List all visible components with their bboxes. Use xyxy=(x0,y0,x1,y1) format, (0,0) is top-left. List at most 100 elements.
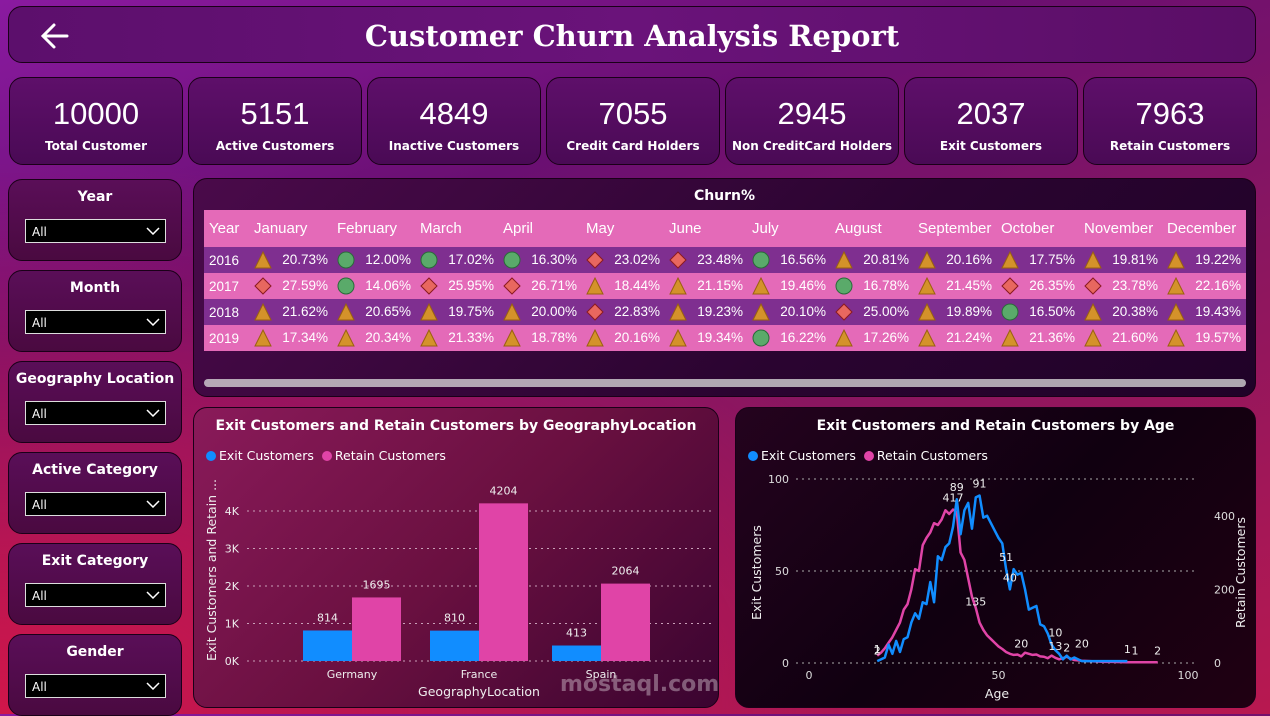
churn-value: 21.33% xyxy=(448,330,494,345)
warning-triangle-icon xyxy=(669,303,687,321)
churn-cell: 18.78% xyxy=(498,325,581,351)
churn-cell: 20.16% xyxy=(581,325,664,351)
dropdown-value: All xyxy=(32,225,47,239)
column-header[interactable]: September xyxy=(913,220,996,237)
green-circle-icon xyxy=(337,251,355,269)
kpi-value: 10000 xyxy=(52,96,140,131)
warning-triangle-icon xyxy=(1167,251,1185,269)
churn-cell: 23.02% xyxy=(581,247,664,273)
churn-value: 20.38% xyxy=(1112,304,1158,319)
column-header[interactable]: February xyxy=(332,220,415,237)
kpi-card: 4849 Inactive Customers xyxy=(367,77,541,165)
data-label: 13 xyxy=(1048,640,1062,653)
bar-retain xyxy=(479,503,528,661)
warning-triangle-icon xyxy=(669,329,687,347)
column-header[interactable]: August xyxy=(830,220,913,237)
churn-cell: 23.78% xyxy=(1079,273,1162,299)
churn-cell: 26.35% xyxy=(996,273,1079,299)
red-diamond-icon xyxy=(254,277,272,295)
bar-exit xyxy=(430,630,479,661)
churn-value: 19.22% xyxy=(1195,252,1241,267)
y-tick-label: 1K xyxy=(225,618,240,631)
horizontal-scrollbar[interactable] xyxy=(204,379,1246,387)
churn-value: 20.00% xyxy=(531,304,577,319)
churn-cell: 17.02% xyxy=(415,247,498,273)
x-tick-label: 100 xyxy=(1178,669,1199,682)
churn-cell: 23.48% xyxy=(664,247,747,273)
green-circle-icon xyxy=(420,251,438,269)
x-tick-label: Germany xyxy=(327,668,378,681)
chevron-down-icon xyxy=(146,318,160,326)
churn-value: 17.02% xyxy=(448,252,494,267)
warning-triangle-icon xyxy=(1001,329,1019,347)
column-header[interactable]: April xyxy=(498,220,581,237)
slicer-title: Month xyxy=(69,280,121,296)
data-label: 91 xyxy=(973,478,987,491)
churn-cell: 21.33% xyxy=(415,325,498,351)
dropdown-value: All xyxy=(32,316,47,330)
slicer-dropdown[interactable]: All xyxy=(25,492,166,516)
churn-value: 20.10% xyxy=(780,304,826,319)
column-header[interactable]: May xyxy=(581,220,664,237)
data-label: 40 xyxy=(1003,571,1017,584)
green-circle-icon xyxy=(337,277,355,295)
churn-value: 19.89% xyxy=(946,304,992,319)
year-cell: 2017 xyxy=(209,278,240,294)
slicer-title: Active Category xyxy=(32,462,158,478)
y-right-tick-label: 0 xyxy=(1214,657,1221,670)
column-header[interactable]: June xyxy=(664,220,747,237)
churn-table: Year January February March April May June July… xyxy=(204,210,1246,351)
slicer-dropdown[interactable]: All xyxy=(25,674,166,698)
churn-cell: 21.36% xyxy=(996,325,1079,351)
chevron-down-icon xyxy=(146,591,160,599)
table-row: 2017 27.59% 14.06% 25.95% 26.71% 18.44% 21.15%… xyxy=(204,273,1246,299)
green-circle-icon xyxy=(1001,303,1019,321)
churn-cell: 20.10% xyxy=(747,299,830,325)
x-tick-label: France xyxy=(461,668,498,681)
churn-value: 17.34% xyxy=(282,330,328,345)
bar-chart-svg: 0K 1K 2K 3K 4K 814 1695 Germany 810 4204 France 413… xyxy=(204,479,711,699)
churn-value: 20.65% xyxy=(365,304,411,319)
slicer-title: Gender xyxy=(66,644,124,660)
slicer-title: Year xyxy=(77,189,113,205)
red-diamond-icon xyxy=(586,251,604,269)
churn-cell: 16.30% xyxy=(498,247,581,273)
data-label: 1 xyxy=(1124,643,1131,656)
red-diamond-icon xyxy=(1084,277,1102,295)
slicer-dropdown[interactable]: All xyxy=(25,310,166,334)
year-cell: 2019 xyxy=(209,330,240,346)
column-header[interactable]: January xyxy=(249,220,332,237)
slicer-year: Year All xyxy=(8,179,182,261)
slicer-gender: Gender All xyxy=(8,634,182,716)
column-header[interactable]: November xyxy=(1079,220,1162,237)
green-circle-icon xyxy=(752,251,770,269)
data-label: 1 xyxy=(874,643,881,656)
age-chart: Exit Customers and Retain Customers by A… xyxy=(735,407,1256,708)
y-right-axis-title: Retain Customers xyxy=(1233,517,1248,628)
churn-cell: 20.00% xyxy=(498,299,581,325)
warning-triangle-icon xyxy=(337,303,355,321)
red-diamond-icon xyxy=(586,303,604,321)
column-header[interactable]: October xyxy=(996,220,1079,237)
column-header[interactable]: December xyxy=(1162,220,1245,237)
slicer-dropdown[interactable]: All xyxy=(25,583,166,607)
column-header[interactable]: July xyxy=(747,220,830,237)
churn-cell: 21.60% xyxy=(1079,325,1162,351)
slicer-dropdown[interactable]: All xyxy=(25,401,166,425)
y-tick-label: 0 xyxy=(782,657,789,670)
kpi-label: Credit Card Holders xyxy=(566,139,700,153)
churn-value: 26.35% xyxy=(1029,278,1075,293)
churn-value: 18.78% xyxy=(531,330,577,345)
column-header[interactable]: March xyxy=(415,220,498,237)
warning-triangle-icon xyxy=(918,329,936,347)
red-diamond-icon xyxy=(1001,277,1019,295)
data-label: 4204 xyxy=(490,484,518,497)
kpi-value: 5151 xyxy=(240,96,310,131)
data-label: 20 xyxy=(1014,638,1028,651)
warning-triangle-icon xyxy=(752,277,770,295)
churn-matrix: Churn% Year January February March April May J… xyxy=(193,178,1256,397)
slicer-dropdown[interactable]: All xyxy=(25,219,166,243)
data-label: 2064 xyxy=(612,565,640,578)
churn-cell: 19.81% xyxy=(1079,247,1162,273)
column-header[interactable]: Year xyxy=(204,220,249,237)
